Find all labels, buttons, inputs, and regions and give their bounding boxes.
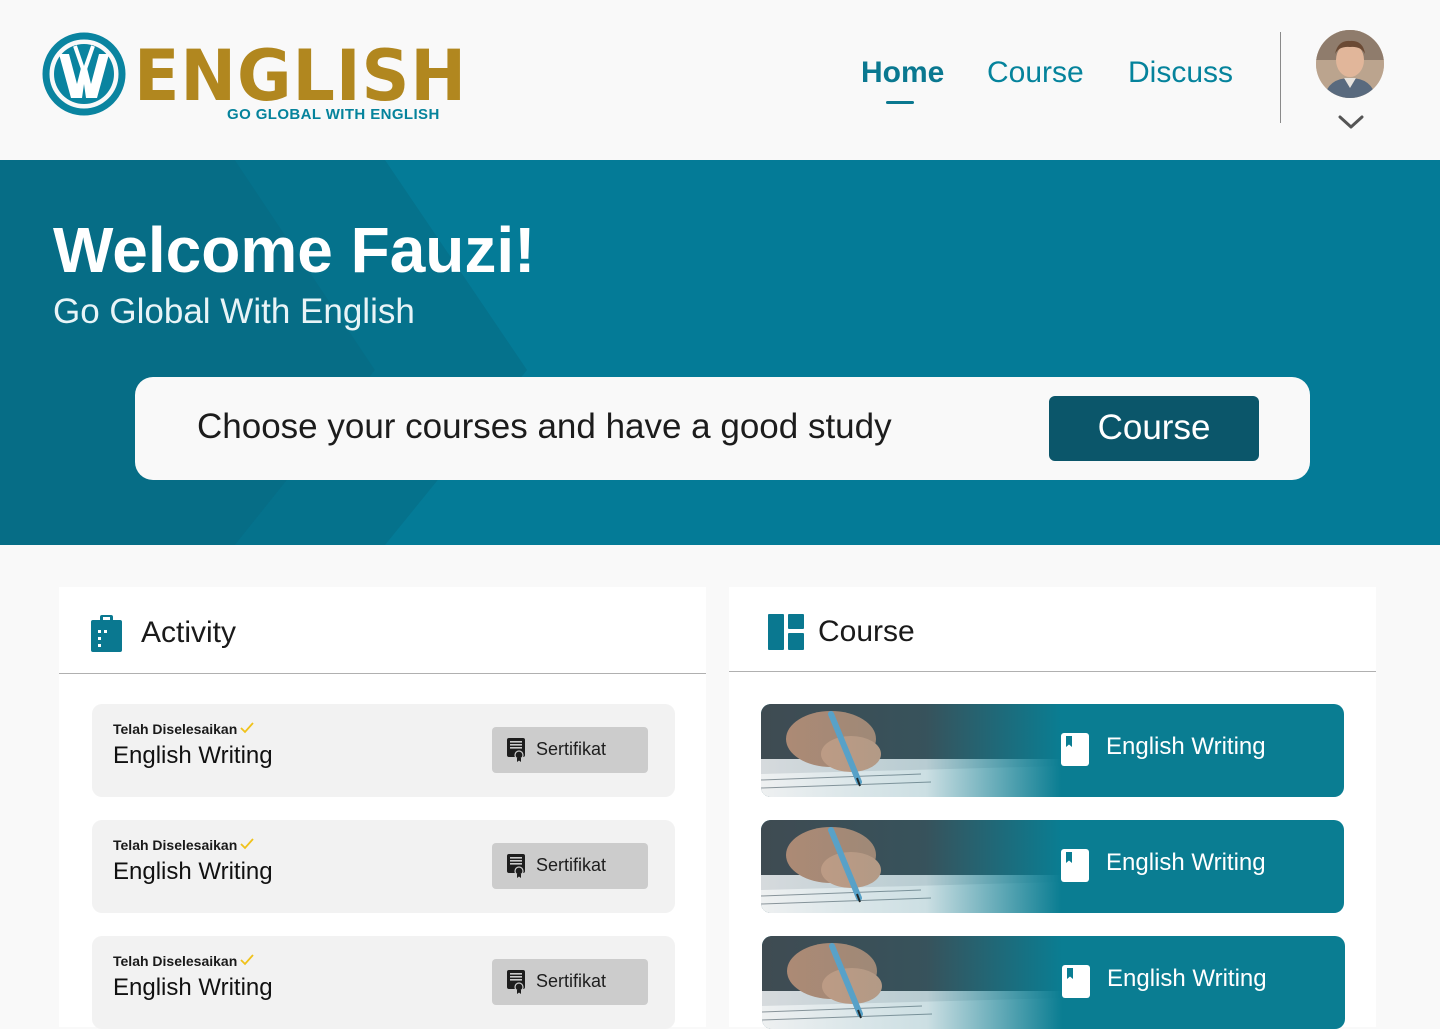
activity-item: Telah Diselesaikan English Writing Serti… xyxy=(92,936,675,1029)
user-avatar[interactable] xyxy=(1316,30,1384,98)
brand-tagline: GO GLOBAL WITH ENGLISH xyxy=(227,106,440,123)
certificate-button[interactable]: Sertifikat xyxy=(492,959,648,1005)
certificate-button[interactable]: Sertifikat xyxy=(492,843,648,889)
dashboard-icon xyxy=(768,614,804,650)
brand-name: ENGLISH xyxy=(134,35,467,117)
book-icon xyxy=(1061,733,1089,766)
activity-status: Telah Diselesaikan xyxy=(113,721,238,737)
course-prompt-text: Choose your courses and have a good stud… xyxy=(197,407,892,446)
activity-item: Telah Diselesaikan English Writing Serti… xyxy=(92,820,675,913)
activity-course-name: English Writing xyxy=(113,742,273,769)
certificate-icon xyxy=(507,854,525,878)
course-card[interactable]: English Writing xyxy=(761,704,1344,797)
nav-discuss[interactable]: Discuss xyxy=(1128,56,1233,90)
course-prompt-card: Choose your courses and have a good stud… xyxy=(135,377,1310,480)
course-button[interactable]: Course xyxy=(1049,396,1259,461)
activity-course-name: English Writing xyxy=(113,858,273,885)
activity-status: Telah Diselesaikan xyxy=(113,837,238,853)
welcome-banner: Welcome Fauzi! Go Global With English Ch… xyxy=(0,160,1440,545)
nav-divider xyxy=(1280,32,1281,123)
chevron-down-icon[interactable] xyxy=(1338,114,1364,130)
welcome-title: Welcome Fauzi! xyxy=(53,214,536,286)
course-card-label: English Writing xyxy=(1106,733,1266,760)
certificate-button[interactable]: Sertifikat xyxy=(492,727,648,773)
course-card-label: English Writing xyxy=(1106,849,1266,876)
check-icon xyxy=(240,722,254,734)
nav-course[interactable]: Course xyxy=(987,56,1084,90)
course-card[interactable]: English Writing xyxy=(762,936,1345,1029)
brand-logo[interactable]: ENGLISH GO GLOBAL WITH ENGLISH xyxy=(42,30,466,130)
nav-home[interactable]: Home xyxy=(861,56,944,90)
course-card[interactable]: English Writing xyxy=(761,820,1344,913)
course-thumbnail xyxy=(762,936,1062,1029)
avatar-photo xyxy=(1316,30,1384,98)
brand-logo-mark xyxy=(42,32,126,116)
top-header: ENGLISH GO GLOBAL WITH ENGLISH Home Cour… xyxy=(0,0,1440,160)
certificate-label: Sertifikat xyxy=(536,855,607,875)
check-icon xyxy=(240,954,254,966)
certificate-label: Sertifikat xyxy=(536,739,607,759)
course-thumbnail xyxy=(761,820,1061,913)
course-card-label: English Writing xyxy=(1107,965,1267,992)
course-header: Course xyxy=(729,587,1376,672)
check-icon xyxy=(240,838,254,850)
book-icon xyxy=(1062,965,1090,998)
welcome-subtitle: Go Global With English xyxy=(53,292,415,331)
course-panel: Course English Writing English Writing E… xyxy=(729,587,1376,1029)
activity-status: Telah Diselesaikan xyxy=(113,953,238,969)
book-icon xyxy=(1061,849,1089,882)
certificate-label: Sertifikat xyxy=(536,971,607,991)
nav-active-indicator xyxy=(886,101,914,104)
course-thumbnail xyxy=(761,704,1061,797)
course-title: Course xyxy=(818,615,915,648)
activity-title: Activity xyxy=(141,616,237,649)
activity-header: Activity xyxy=(59,587,706,674)
activity-item: Telah Diselesaikan English Writing Serti… xyxy=(92,704,675,797)
activity-course-name: English Writing xyxy=(113,974,273,1001)
clipboard-icon xyxy=(91,615,122,652)
activity-panel: Activity Telah Diselesaikan English Writ… xyxy=(59,587,706,1029)
certificate-icon xyxy=(507,970,525,994)
certificate-icon xyxy=(507,738,525,762)
